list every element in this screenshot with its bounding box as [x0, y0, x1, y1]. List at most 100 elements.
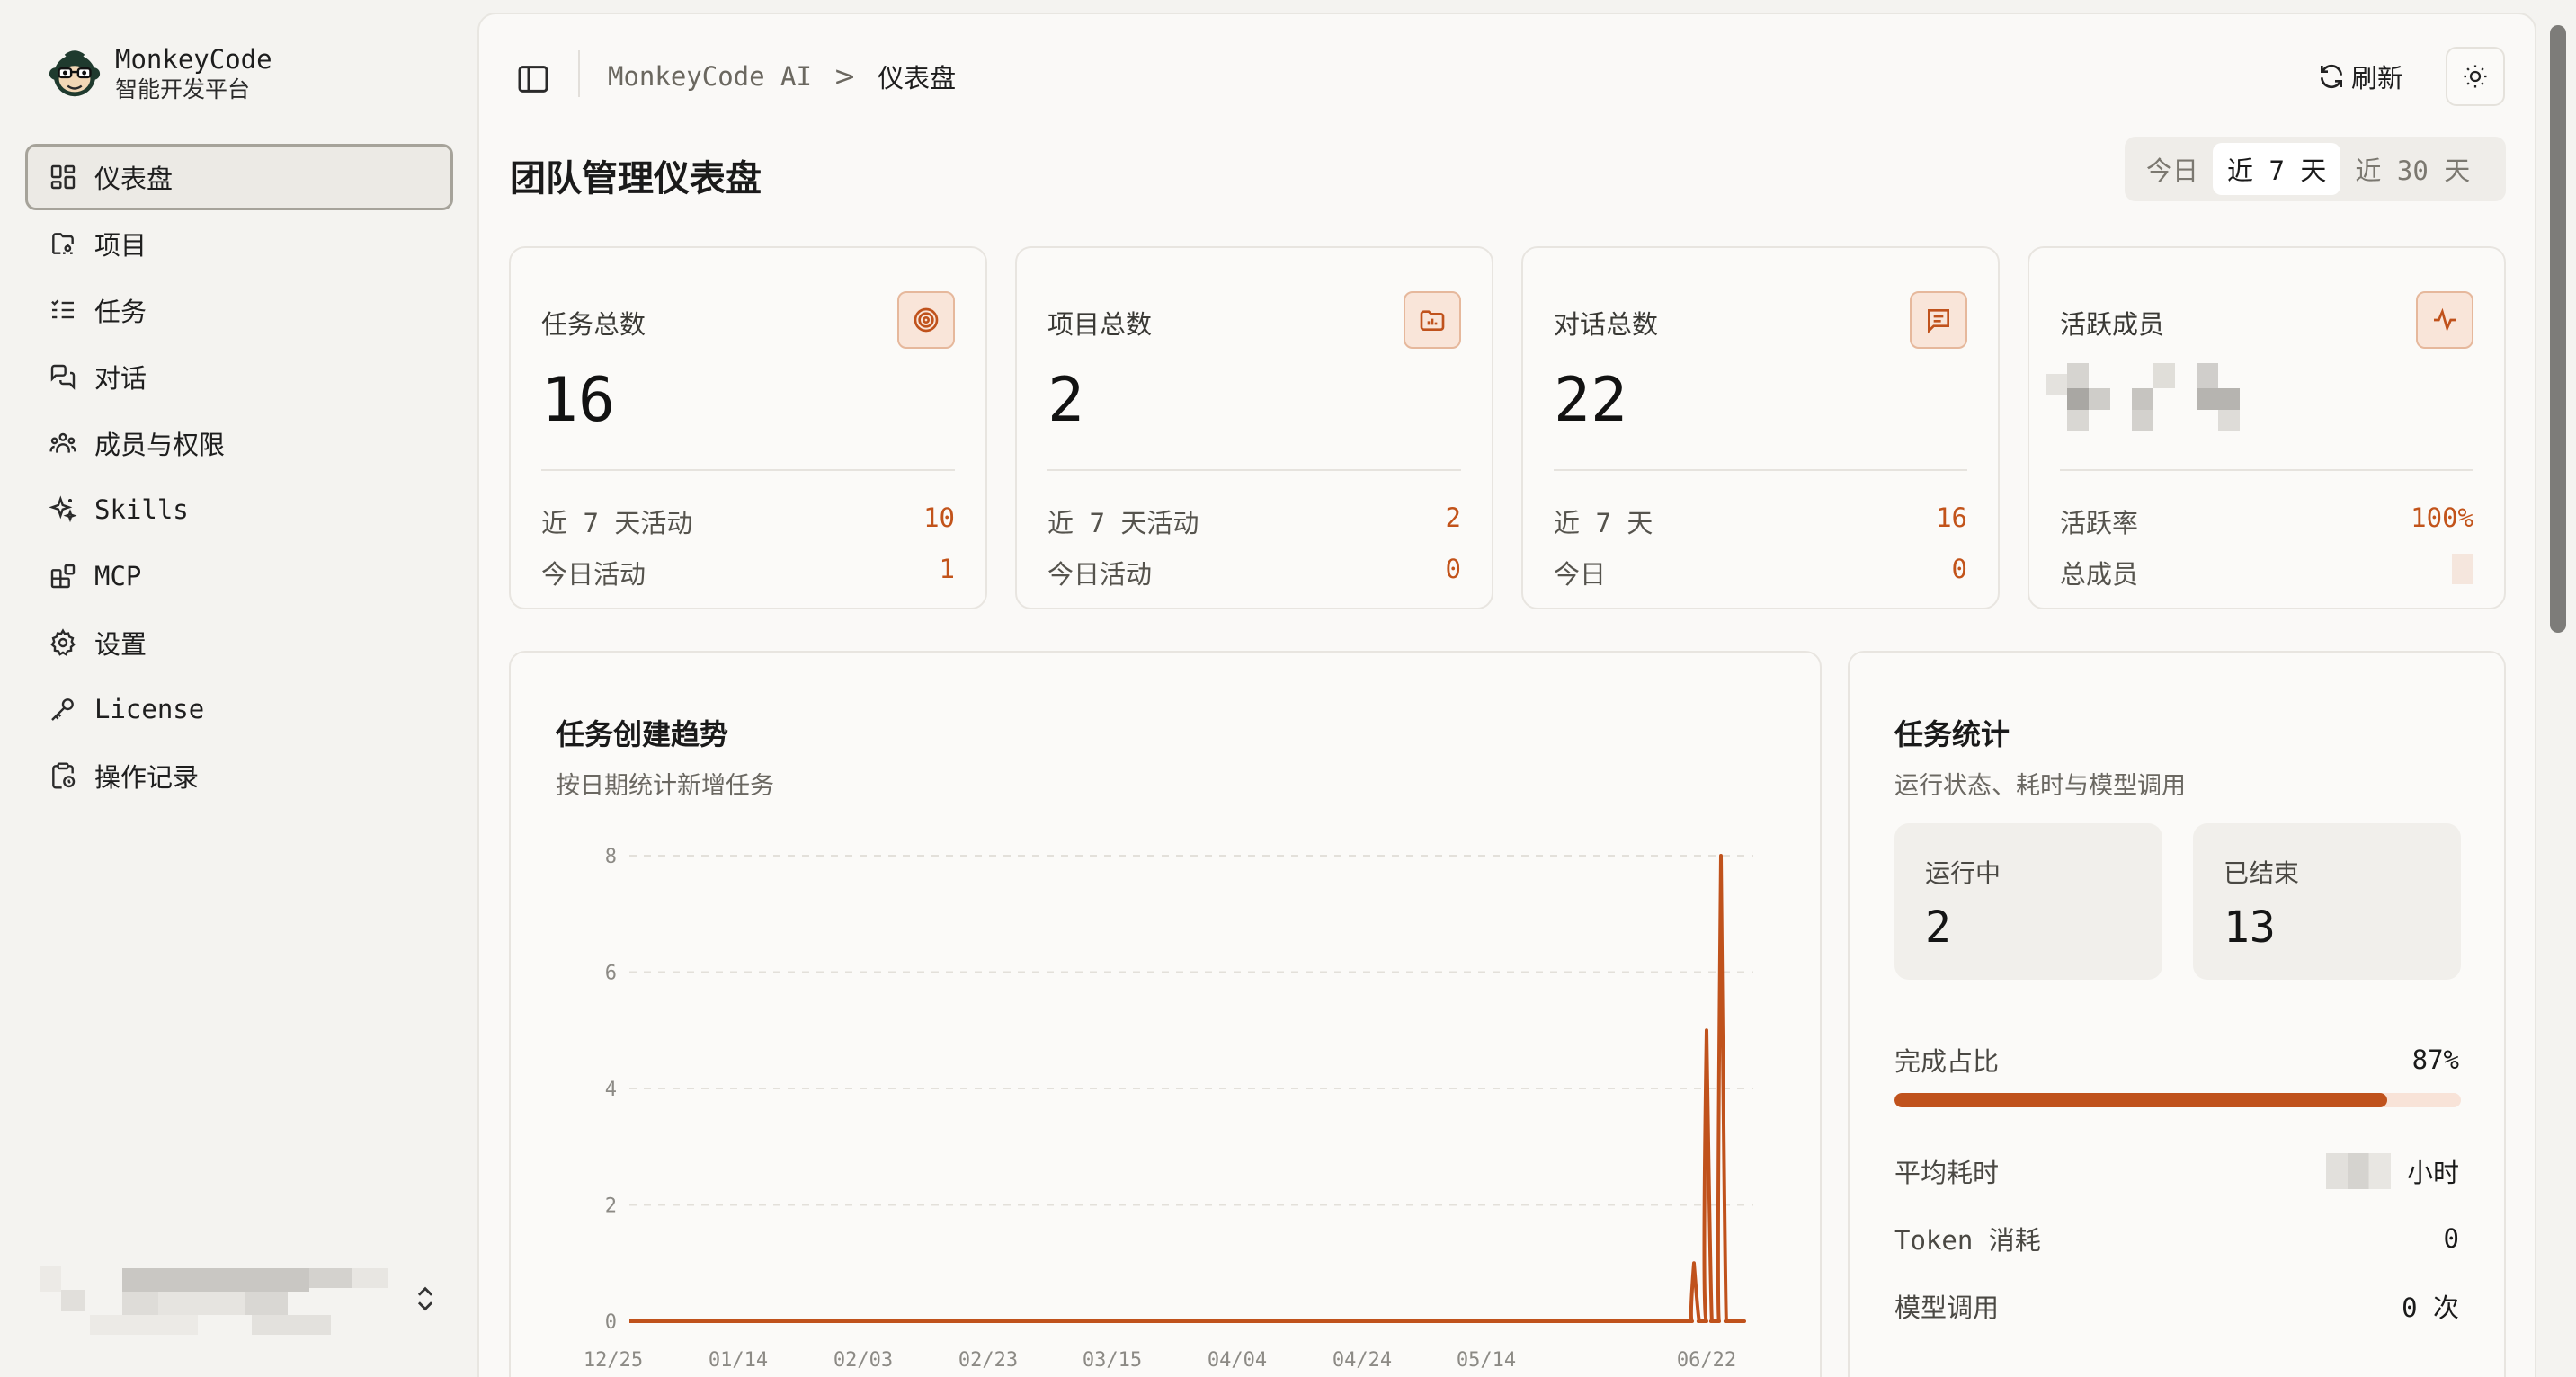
sidebar-item-label: 操作记录 — [94, 762, 200, 793]
divider — [1047, 469, 1461, 471]
breadcrumb: MonkeyCode AI > 仪表盘 — [608, 58, 956, 95]
stat-card-tasks: 任务总数 16 近 7 天活动 10 今日活动 1 — [509, 246, 987, 609]
folder-chart-icon — [1404, 291, 1461, 349]
stat-value: 16 — [541, 365, 615, 436]
token-row: Token 消耗 0 — [1894, 1220, 2459, 1257]
brand-name: MonkeyCode — [115, 44, 272, 75]
stat-row-today: 今日活动 1 — [541, 554, 955, 591]
stat-label: 对话总数 — [1554, 309, 1659, 340]
completion-progress-fill — [1894, 1093, 2388, 1107]
stat-card-projects: 项目总数 2 近 7 天活动 2 今日活动 0 — [1015, 246, 1493, 609]
dashboard-icon — [48, 162, 78, 192]
range-30-days[interactable]: 近 30 天 — [2340, 143, 2484, 195]
stat-row-7day: 近 7 天活动 2 — [1047, 502, 1461, 540]
avg-time-label: 平均耗时 — [1894, 1158, 2000, 1188]
refresh-label: 刷新 — [2351, 63, 2404, 93]
done-value: 13 — [2224, 902, 2276, 953]
stat-row-value: 2 — [1445, 502, 1461, 533]
model-calls-row: 模型调用 0 次 — [1894, 1287, 2459, 1325]
key-icon — [48, 694, 78, 724]
completion-label: 完成占比 — [1894, 1046, 2000, 1077]
avg-time-value: 小时 — [2325, 1152, 2459, 1190]
sidebar-toggle-icon[interactable] — [515, 61, 551, 97]
sidebar-item-dashboard[interactable]: 仪表盘 — [25, 144, 453, 210]
sidebar-item-projects[interactable]: 项目 — [25, 210, 453, 277]
x-tick-label: 01/14 — [709, 1349, 768, 1372]
target-icon — [897, 291, 955, 349]
completion-row: 完成占比 87% — [1894, 1041, 2459, 1079]
y-tick-label: 8 — [605, 846, 617, 868]
topbar: MonkeyCode AI > 仪表盘 刷新 — [479, 14, 2535, 140]
task-stats-subtitle: 运行状态、耗时与模型调用 — [1894, 772, 2186, 800]
brand[interactable]: MonkeyCode 智能开发平台 — [47, 43, 272, 104]
sidebar-item-label: 项目 — [94, 230, 147, 261]
sidebar-item-label: MCP — [94, 561, 142, 591]
sparkles-icon — [48, 494, 78, 525]
chevrons-up-down-icon — [417, 1286, 433, 1311]
user-menu[interactable] — [36, 1263, 441, 1335]
sidebar-item-skills[interactable]: Skills — [25, 476, 453, 543]
activity-icon — [2416, 291, 2473, 349]
refresh-button[interactable]: 刷新 — [2317, 58, 2403, 95]
token-value: 0 — [2443, 1223, 2459, 1254]
sidebar-item-settings[interactable]: 设置 — [25, 609, 453, 676]
sidebar-item-license[interactable]: License — [25, 676, 453, 742]
stat-row-total: 总成员 — [2060, 554, 2473, 591]
avg-time-redacted — [2325, 1153, 2391, 1189]
y-tick-label: 2 — [605, 1195, 617, 1218]
x-tick-label: 04/24 — [1333, 1349, 1392, 1372]
sidebar-item-label: 任务 — [94, 297, 147, 327]
stat-row-value: 100% — [2411, 502, 2473, 533]
x-tick-label: 03/15 — [1083, 1349, 1142, 1372]
y-tick-label: 6 — [605, 963, 617, 985]
task-list-icon — [48, 295, 78, 325]
users-icon — [48, 428, 78, 458]
task-stats-card: 任务统计 运行状态、耗时与模型调用 运行中 2 已结束 13 完成占比 87% … — [1848, 651, 2506, 1377]
running-box: 运行中 2 — [1894, 823, 2162, 980]
stat-row-value: 10 — [923, 502, 955, 533]
sidebar-item-label: 成员与权限 — [94, 430, 226, 460]
stat-row-key: 今日 — [1554, 559, 1607, 590]
range-today[interactable]: 今日 — [2132, 143, 2213, 195]
folder-git-icon — [48, 228, 78, 259]
sidebar-item-label: 对话 — [94, 363, 147, 394]
stat-row-key: 今日活动 — [541, 559, 646, 590]
theme-toggle-button[interactable] — [2446, 47, 2505, 106]
stat-row-value: 0 — [1445, 554, 1461, 584]
blocks-icon — [48, 561, 78, 591]
stat-row-7day: 近 7 天 16 — [1554, 502, 1967, 540]
scrollbar[interactable] — [2550, 25, 2566, 633]
range-7-days[interactable]: 近 7 天 — [2213, 143, 2341, 195]
sidebar-item-mcp[interactable]: MCP — [25, 543, 453, 609]
stat-row-key: 今日活动 — [1047, 559, 1153, 590]
done-box: 已结束 13 — [2193, 823, 2461, 980]
sidebar-item-chats[interactable]: 对话 — [25, 343, 453, 410]
sidebar-item-members[interactable]: 成员与权限 — [25, 410, 453, 476]
stat-row-value: 0 — [1951, 554, 1967, 584]
brand-subtitle: 智能开发平台 — [115, 76, 251, 102]
divider — [2060, 469, 2473, 471]
x-tick-label: 12/25 — [584, 1349, 643, 1372]
done-label: 已结束 — [2224, 858, 2300, 888]
avatar — [36, 1263, 405, 1335]
x-tick-label: 02/03 — [833, 1349, 893, 1372]
divider — [1554, 469, 1967, 471]
stat-row-value: 1 — [939, 554, 955, 584]
task-trend-card: 任务创建趋势 按日期统计新增任务 0 2 4 6 8 12/25 01/14 02/03 02/… — [509, 651, 1822, 1377]
stat-row-key: 活跃率 — [2060, 508, 2139, 538]
stat-row-today: 今日 0 — [1554, 554, 1967, 591]
series-line — [629, 854, 1746, 1323]
sidebar-item-audit-log[interactable]: 操作记录 — [25, 742, 453, 809]
message-lines-icon — [1910, 291, 1967, 349]
breadcrumb-root[interactable]: MonkeyCode AI — [608, 61, 812, 92]
x-tick-label: 02/23 — [958, 1349, 1018, 1372]
stat-row-today: 今日活动 0 — [1047, 554, 1461, 591]
sun-icon — [2464, 65, 2487, 88]
stat-value: 2 — [1047, 365, 1084, 436]
stat-row-7day: 近 7 天活动 10 — [541, 502, 955, 540]
sidebar-item-label: 设置 — [94, 629, 147, 660]
completion-value: 87% — [2411, 1044, 2459, 1075]
sidebar-item-tasks[interactable]: 任务 — [25, 277, 453, 343]
stat-row-key: 总成员 — [2060, 559, 2139, 590]
stat-row-active-rate: 活跃率 100% — [2060, 502, 2473, 540]
